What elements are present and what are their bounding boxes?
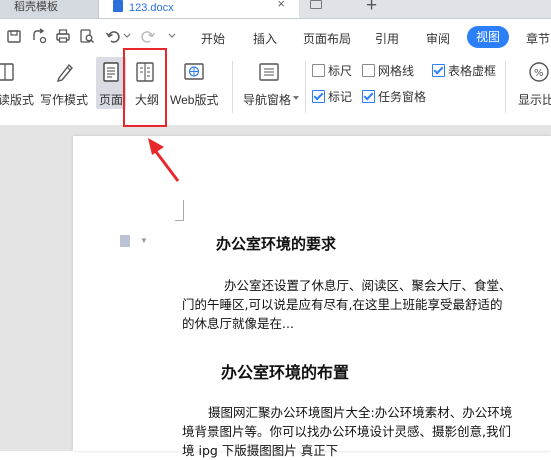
export-icon[interactable] (31, 28, 47, 44)
menu-home[interactable]: 开始 (201, 30, 225, 47)
menu-view-active[interactable]: 视图 (467, 26, 509, 48)
zoom-ratio-icon[interactable]: % (528, 61, 550, 83)
more-dropdown-icon[interactable] (168, 33, 176, 39)
heading-requirements: 办公室环境的要求 (216, 235, 337, 253)
redo-icon[interactable] (140, 28, 156, 44)
writing-mode-label[interactable]: 写作模式 (40, 91, 88, 108)
ribbon-divider (505, 61, 506, 113)
annotation-arrow-icon (148, 138, 180, 182)
zoom-ratio-label[interactable]: 显示比 (518, 91, 551, 108)
markup-checkbox[interactable] (312, 90, 325, 103)
markup-label[interactable]: 标记 (328, 88, 352, 105)
menu-references[interactable]: 引用 (375, 30, 399, 47)
gridlines-label[interactable]: 网格线 (378, 62, 414, 79)
ruler-label[interactable]: 标尺 (328, 62, 352, 79)
paragraph-1: 办公室还设置了休息厅、阅读区、聚会大厅、食堂、 门的午睡区,可以说是应有尽有,在… (182, 276, 512, 333)
monitor-icon[interactable] (310, 0, 322, 9)
web-view-label[interactable]: Web版式 (170, 91, 218, 108)
tab-document-label: 123.docx (129, 2, 174, 14)
view-ribbon: 读版式 写作模式 页面 大纲 Web版式 导航窗格 标尺 网格线 表格虚框 标记… (0, 53, 551, 126)
menu-insert[interactable]: 插入 (253, 30, 277, 47)
save-icon[interactable] (6, 28, 22, 44)
task-pane-checkbox[interactable] (362, 90, 375, 103)
task-pane-label[interactable]: 任务窗格 (378, 88, 426, 105)
paragraph-2: 摄图网汇聚办公环境图片大全:办公环境素材、办公环境 境背景图片等。你可以找办公环… (182, 403, 512, 460)
print-icon[interactable] (55, 28, 71, 44)
page-view-icon[interactable] (100, 61, 122, 83)
chevron-down-icon[interactable] (123, 33, 131, 39)
gridlines-checkbox[interactable] (362, 64, 375, 77)
table-gridlines-checkbox[interactable] (432, 64, 445, 77)
new-tab-icon[interactable]: + (366, 0, 377, 17)
paragraph-1-line: 门的午睡区,可以说是应有尽有,在这里上班能享受最舒适的 (182, 297, 503, 312)
tab-template[interactable]: 稻壳模板 (0, 0, 99, 18)
close-icon[interactable]: × (277, 0, 285, 11)
paragraph-icon[interactable] (120, 235, 130, 247)
paragraph-caret-icon[interactable]: ▼ (140, 236, 148, 245)
menu-review[interactable]: 审阅 (426, 30, 450, 47)
navigation-pane-icon[interactable] (258, 61, 280, 83)
navigation-pane-dropdown-icon[interactable] (293, 96, 299, 101)
preview-icon[interactable] (79, 28, 95, 44)
tab-strip: 稻壳模板 123.docx × + (0, 0, 551, 19)
heading-layout: 办公室环境的布置 (221, 363, 350, 382)
word-doc-icon (113, 0, 123, 12)
paragraph-2-line: 摄图网汇聚办公环境图片大全:办公环境素材、办公环境 (208, 405, 513, 420)
ruler-checkbox[interactable] (312, 64, 325, 77)
writing-mode-icon[interactable] (54, 61, 76, 83)
table-gridlines-label[interactable]: 表格虚框 (448, 62, 496, 79)
outline-highlight-box (123, 48, 167, 127)
undo-icon[interactable] (105, 28, 121, 44)
page-view-label[interactable]: 页面 (99, 91, 123, 108)
paragraph-1-line: 办公室还设置了休息厅、阅读区、聚会大厅、食堂、 (224, 278, 512, 293)
menu-page-layout[interactable]: 页面布局 (303, 30, 351, 47)
paragraph-2-line: 境背景图片等。你可以找办公环境设计灵感、摄影创意,我们 (182, 424, 511, 439)
reading-view-label[interactable]: 读版式 (0, 91, 34, 108)
tab-template-label: 稻壳模板 (14, 1, 58, 13)
menu-bar: 开始 插入 页面布局 引用 审阅 视图 章节 (0, 19, 551, 53)
reading-view-icon[interactable] (0, 61, 16, 83)
page-crop-mark (175, 200, 184, 221)
paragraph-1-line: 的休息厅就像是在... (182, 316, 294, 331)
web-view-icon[interactable] (183, 61, 205, 83)
navigation-pane-label[interactable]: 导航窗格 (243, 91, 291, 108)
ribbon-divider (232, 61, 233, 113)
svg-text:%: % (534, 68, 544, 79)
menu-chapter[interactable]: 章节 (526, 30, 550, 47)
tab-document[interactable]: 123.docx × (99, 0, 299, 18)
ribbon-divider (305, 61, 306, 113)
